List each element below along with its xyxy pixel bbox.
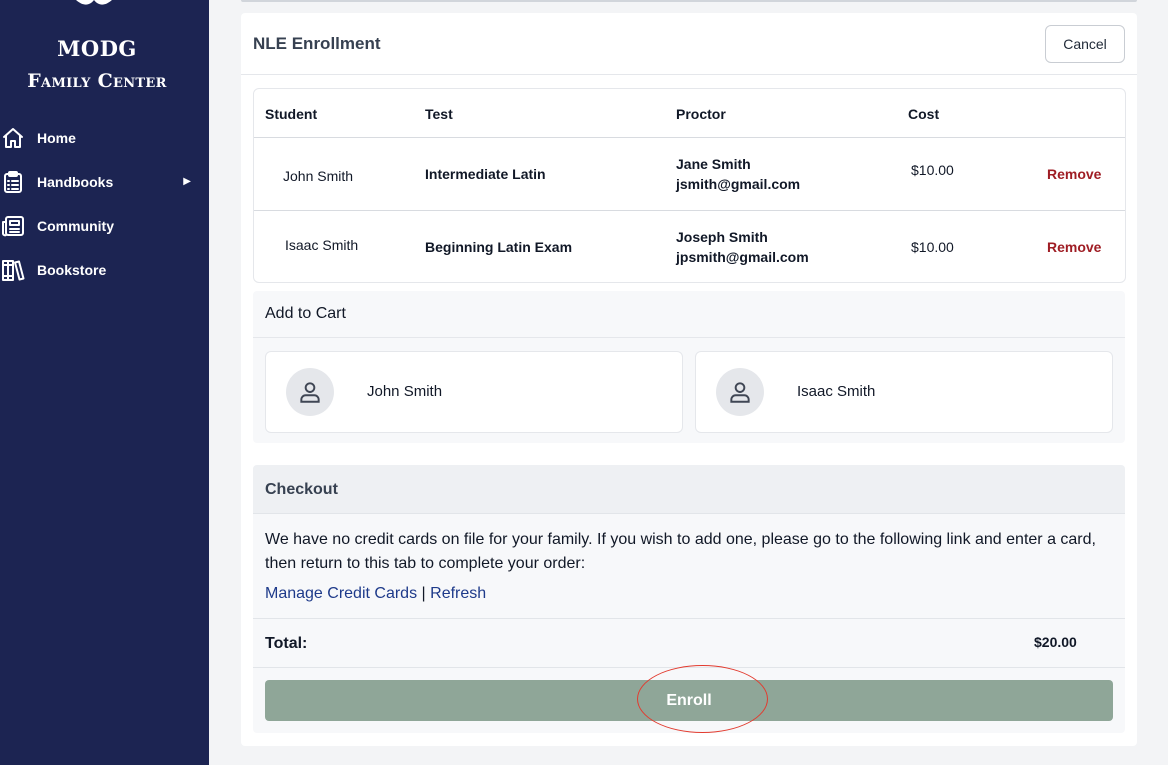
remove-button[interactable]: Remove <box>1047 166 1101 182</box>
proctor-name: Joseph Smith <box>676 229 768 245</box>
column-header-student: Student <box>265 106 318 122</box>
page-title: NLE Enrollment <box>253 34 381 53</box>
student-name: Isaac Smith <box>797 383 876 400</box>
total-label: Total: <box>265 635 308 652</box>
cost-value: $10.00 <box>911 162 954 178</box>
proctor-name: Jane Smith <box>676 156 751 172</box>
cost-value: $10.00 <box>911 239 954 255</box>
enrollment-table: Student Test Proctor Cost John Smith Int… <box>253 88 1126 283</box>
test-name: Intermediate Latin <box>425 166 546 182</box>
sidebar-item-label: Home <box>37 130 76 146</box>
add-student-card-isaac[interactable]: Isaac Smith <box>695 351 1113 433</box>
section-title: Checkout <box>265 481 338 498</box>
avatar <box>716 368 764 416</box>
sidebar-item-community[interactable]: Community <box>0 211 209 241</box>
enroll-button[interactable]: Enroll <box>265 680 1113 721</box>
brand-subtitle: Family Center <box>27 70 167 92</box>
user-icon <box>730 382 750 403</box>
student-name: John Smith <box>367 383 443 400</box>
checkout-header: Checkout <box>253 465 1125 514</box>
sidebar-item-handbooks[interactable]: Handbooks ▶ <box>0 167 209 197</box>
sidebar-item-bookstore[interactable]: Bookstore <box>0 255 209 285</box>
add-to-cart-section: Add to Cart John Smith Isaac Smith <box>253 291 1125 443</box>
chevron-right-icon: ▶ <box>183 176 191 187</box>
student-name: Isaac Smith <box>285 237 359 253</box>
manage-credit-cards-link[interactable]: Manage Credit Cards <box>265 585 417 602</box>
link-separator: | <box>421 585 426 602</box>
add-student-card-john[interactable]: John Smith <box>265 351 683 433</box>
user-icon <box>300 382 320 403</box>
cancel-button[interactable]: Cancel <box>1045 25 1125 63</box>
total-value: $20.00 <box>1034 634 1077 650</box>
sidebar-item-label: Handbooks <box>37 174 114 190</box>
table-row: Isaac Smith Beginning Latin Exam Joseph … <box>254 210 1125 283</box>
proctor-email: jsmith@gmail.com <box>676 176 801 192</box>
sidebar-item-home[interactable]: Home <box>0 123 209 153</box>
column-header-test: Test <box>425 106 453 122</box>
checkout-links: Manage Credit Cards | Refresh <box>265 585 486 603</box>
column-header-proctor: Proctor <box>676 106 726 122</box>
enrollment-card: NLE Enrollment Cancel Student Test Proct… <box>241 13 1137 746</box>
sidebar-item-label: Community <box>37 218 114 234</box>
test-name: Beginning Latin Exam <box>425 239 573 255</box>
checkout-section: Checkout We have no credit cards on file… <box>253 465 1125 733</box>
clipboard-list-icon <box>0 169 26 195</box>
previous-card-edge <box>241 0 1137 2</box>
remove-button[interactable]: Remove <box>1047 239 1101 255</box>
column-header-cost: Cost <box>908 106 940 122</box>
table-row: John Smith Intermediate Latin Jane Smith… <box>254 137 1125 210</box>
section-title: Add to Cart <box>265 305 346 322</box>
divider <box>253 618 1125 619</box>
sidebar: MODG Family Center Home Handbooks ▶ Comm… <box>0 0 209 765</box>
student-name: John Smith <box>283 168 354 184</box>
divider <box>253 337 1125 338</box>
avatar <box>286 368 334 416</box>
logo-icon <box>76 0 112 5</box>
proctor-email: jpsmith@gmail.com <box>676 249 809 265</box>
divider <box>253 667 1125 668</box>
sidebar-item-label: Bookstore <box>37 262 107 278</box>
books-icon <box>0 257 26 283</box>
card-header: NLE Enrollment Cancel <box>241 13 1137 75</box>
no-cards-message: We have no credit cards on file for your… <box>265 531 1096 572</box>
home-icon <box>0 125 26 151</box>
refresh-link[interactable]: Refresh <box>430 585 486 602</box>
brand-name: MODG <box>57 36 137 61</box>
newspaper-icon <box>0 213 26 239</box>
